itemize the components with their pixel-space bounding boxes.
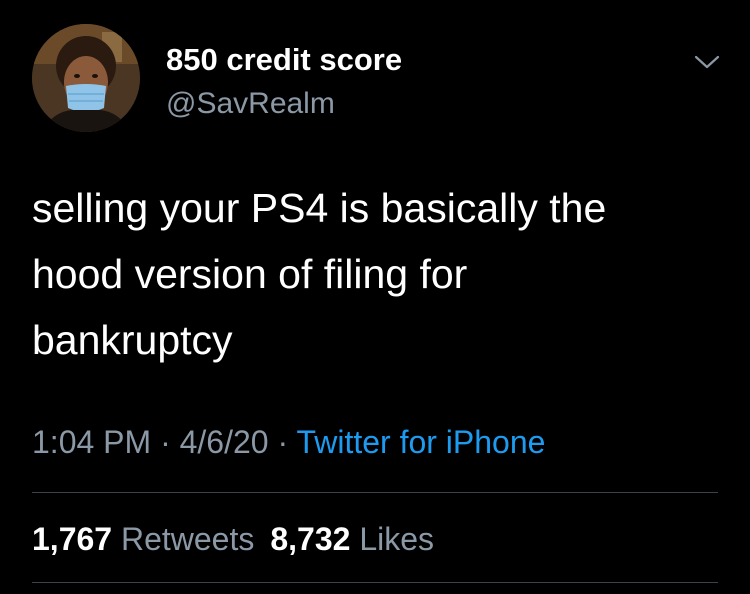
likes-label: Likes <box>359 521 435 557</box>
divider <box>32 582 718 583</box>
retweets-count: 1,767 <box>32 521 113 557</box>
avatar-image <box>32 24 140 132</box>
likes-stat[interactable]: 8,732 Likes <box>270 521 434 557</box>
user-info[interactable]: 850 credit score @SavRealm <box>166 40 402 124</box>
divider <box>32 492 718 493</box>
tweet-date[interactable]: 4/6/20 <box>180 424 269 460</box>
tweet-source-link[interactable]: Twitter for iPhone <box>296 424 545 460</box>
chevron-down-icon[interactable] <box>690 50 724 74</box>
tweet-text-line: bankruptcy <box>32 317 233 363</box>
tweet-card: 850 credit score @SavRealm selling your … <box>0 0 750 594</box>
tweet-meta: 1:04 PM · 4/6/20 · Twitter for iPhone <box>32 420 545 464</box>
tweet-text-line: selling your PS4 is basically the <box>32 185 607 231</box>
tweet-time[interactable]: 1:04 PM <box>32 424 151 460</box>
tweet-stats: 1,767 Retweets 8,732 Likes <box>32 517 434 561</box>
display-name[interactable]: 850 credit score <box>166 40 402 80</box>
likes-count: 8,732 <box>270 521 351 557</box>
user-handle[interactable]: @SavRealm <box>166 84 402 124</box>
tweet-text-line: hood version of filing for <box>32 251 468 297</box>
tweet-text: selling your PS4 is basically the hood v… <box>32 175 722 373</box>
retweets-label: Retweets <box>120 521 255 557</box>
meta-separator: · <box>151 424 180 460</box>
meta-separator: · <box>268 424 297 460</box>
retweets-stat[interactable]: 1,767 Retweets <box>32 521 254 557</box>
avatar[interactable] <box>32 24 140 132</box>
